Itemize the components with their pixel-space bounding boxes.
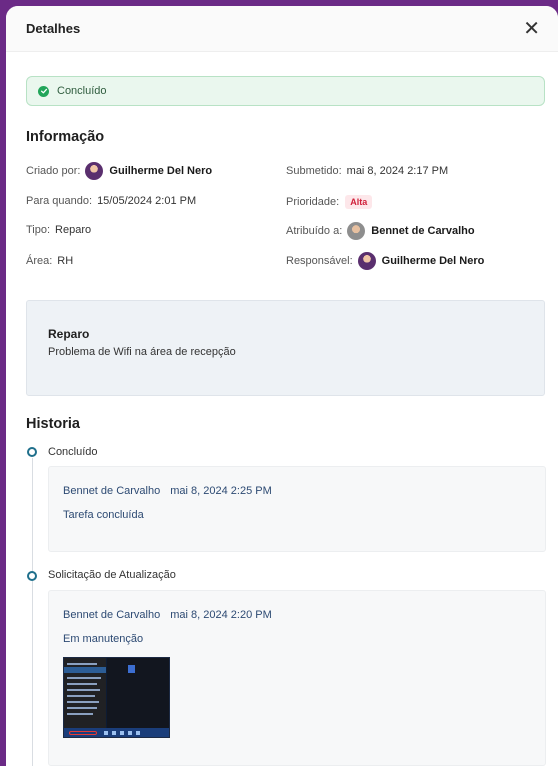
history-status: Solicitação de Atualização: [48, 569, 176, 581]
history-card: Bennet de Carvalho mai 8, 2024 2:25 PM Ta…: [48, 466, 546, 552]
close-icon[interactable]: ✕: [523, 19, 540, 39]
submitted-field: Submetido: mai 8, 2024 2:17 PM: [286, 165, 448, 177]
responsible-value[interactable]: Guilherme Del Nero: [382, 255, 485, 267]
type-value: Reparo: [55, 224, 92, 236]
info-section-title: Informação: [26, 129, 105, 145]
history-section-title: Historia: [26, 416, 80, 432]
submitted-label: Submetido:: [286, 165, 342, 177]
priority-label: Prioridade:: [286, 196, 340, 208]
due-date-value: 15/05/2024 2:01 PM: [97, 195, 197, 207]
history-message: Tarefa concluída: [63, 509, 144, 521]
history-date: mai 8, 2024 2:20 PM: [170, 609, 272, 621]
history-author: Bennet de Carvalho: [63, 609, 161, 621]
description-text: Problema de Wifi na área de recepção: [48, 346, 236, 358]
history-meta: Bennet de Carvalho mai 8, 2024 2:20 PM: [63, 609, 545, 621]
status-banner: Concluído: [26, 76, 545, 106]
panel-title: Detalhes: [26, 21, 81, 36]
avatar: [85, 162, 104, 180]
area-label: Área:: [26, 255, 53, 267]
status-label: Concluído: [57, 85, 107, 97]
avatar: [347, 222, 366, 240]
history-message: Em manutenção: [63, 633, 144, 645]
history-author: Bennet de Carvalho: [63, 485, 161, 497]
timeline-dot-icon: [27, 571, 37, 581]
area-field: Área: RH: [26, 255, 73, 267]
created-by-field: Criado por: Guilherme Del Nero: [26, 162, 212, 180]
responsible-field: Responsável: Guilherme Del Nero: [286, 252, 484, 270]
responsible-label: Responsável:: [286, 255, 353, 267]
created-by-value[interactable]: Guilherme Del Nero: [109, 165, 212, 177]
priority-badge: Alta: [345, 195, 373, 209]
timeline-dot-icon: [27, 447, 37, 457]
avatar: [357, 252, 376, 270]
description-box: Reparo Problema de Wifi na área de recep…: [26, 300, 545, 396]
details-panel: Detalhes ✕ Concluído Informação Criado p…: [6, 6, 558, 766]
timeline-line: [32, 458, 33, 766]
created-by-label: Criado por:: [26, 165, 81, 177]
assigned-to-field: Atribuído a: Bennet de Carvalho: [286, 222, 475, 240]
history-date: mai 8, 2024 2:25 PM: [170, 485, 272, 497]
priority-field: Prioridade: Alta: [286, 195, 373, 209]
history-meta: Bennet de Carvalho mai 8, 2024 2:25 PM: [63, 485, 545, 497]
area-value: RH: [57, 255, 74, 267]
attachment-thumbnail[interactable]: [63, 657, 170, 738]
history-status: Concluído: [48, 446, 98, 458]
check-circle-icon: [38, 85, 49, 97]
submitted-value: mai 8, 2024 2:17 PM: [346, 165, 449, 177]
due-date-label: Para quando:: [26, 195, 93, 207]
description-title: Reparo: [48, 327, 90, 341]
type-label: Tipo:: [26, 224, 51, 236]
assigned-to-label: Atribuído a:: [286, 225, 343, 237]
history-card: Bennet de Carvalho mai 8, 2024 2:20 PM Em…: [48, 590, 546, 766]
due-date-field: Para quando: 15/05/2024 2:01 PM: [26, 195, 196, 207]
type-field: Tipo: Reparo: [26, 224, 91, 236]
panel-header: Detalhes ✕: [6, 6, 558, 52]
assigned-to-value[interactable]: Bennet de Carvalho: [371, 225, 474, 237]
